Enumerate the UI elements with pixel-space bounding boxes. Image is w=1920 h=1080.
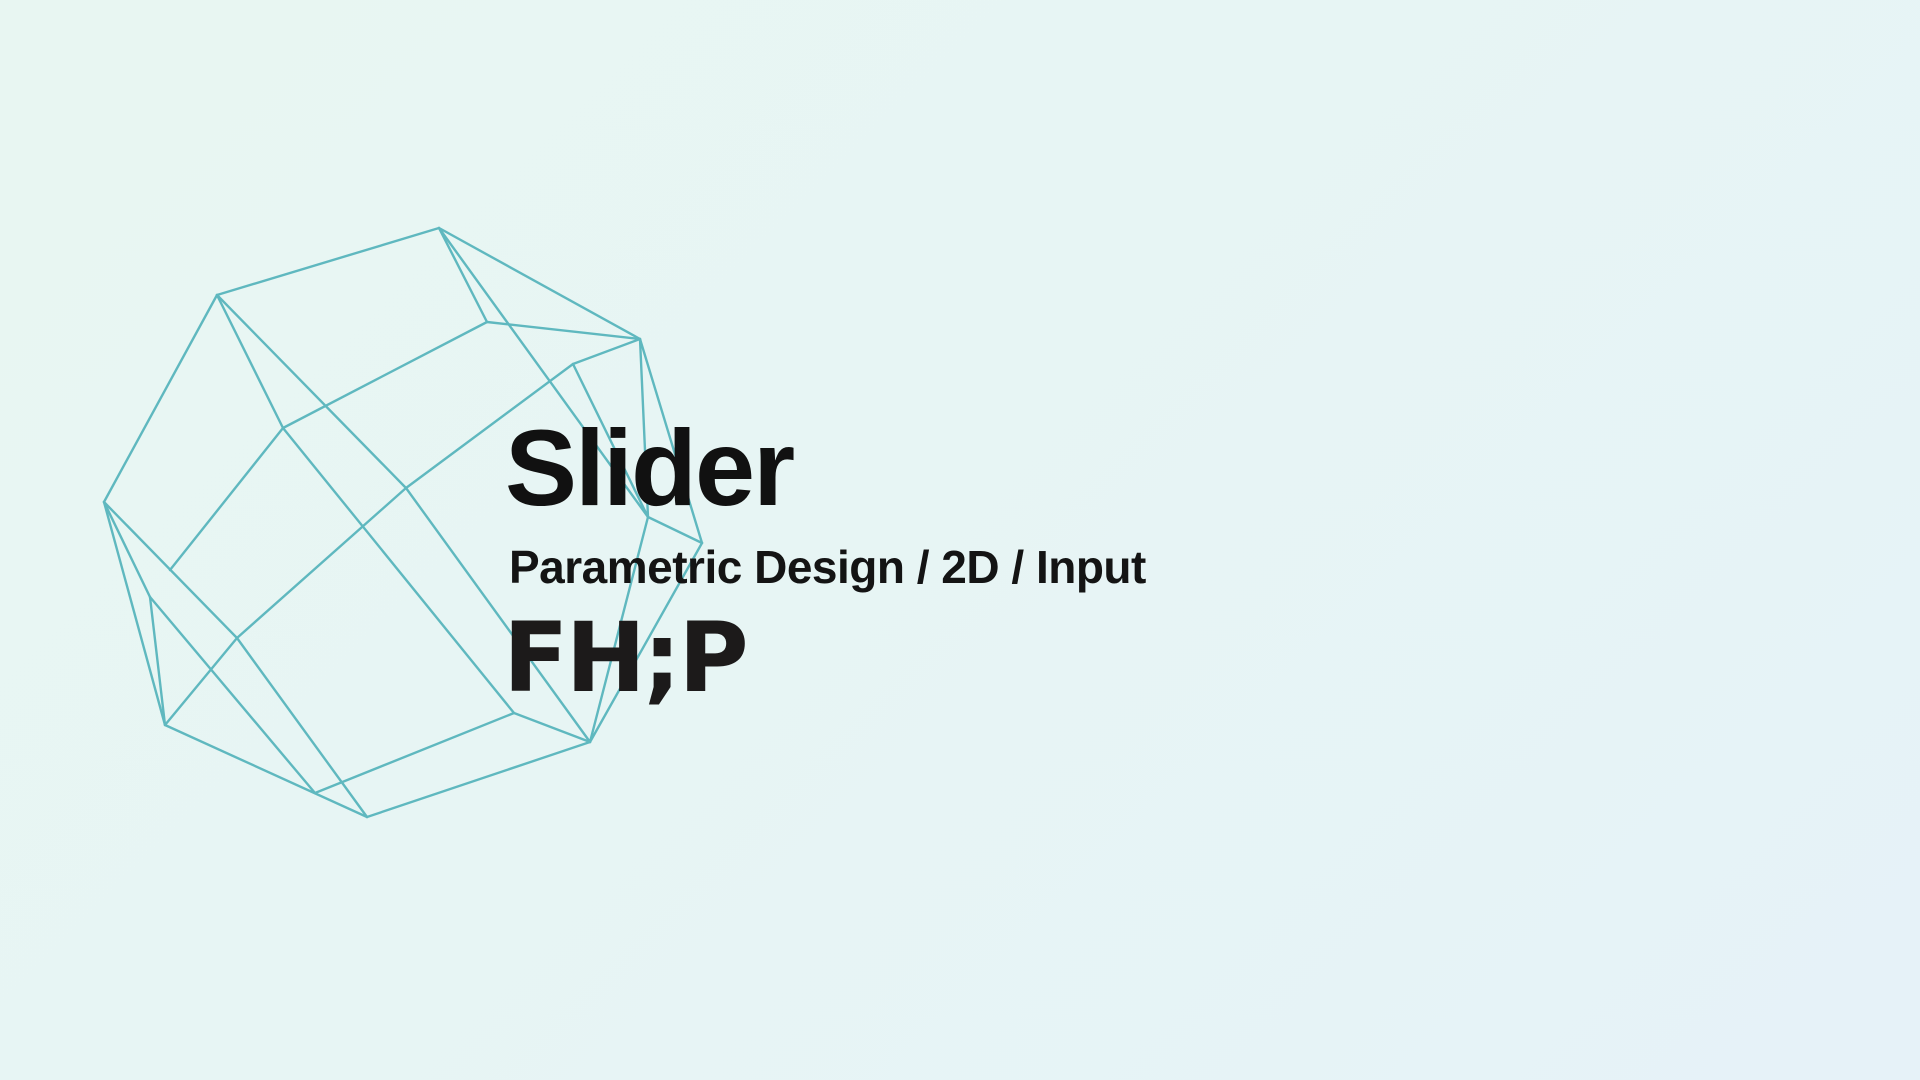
page-subtitle: Parametric Design / 2D / Input [509,541,1146,593]
slide: Slider Parametric Design / 2D / Input FH… [0,0,1920,1080]
page-title: Slider [505,407,795,528]
title-block: Slider Parametric Design / 2D / Input FH… [503,407,1405,714]
brand-logo: FH;P [503,602,749,714]
